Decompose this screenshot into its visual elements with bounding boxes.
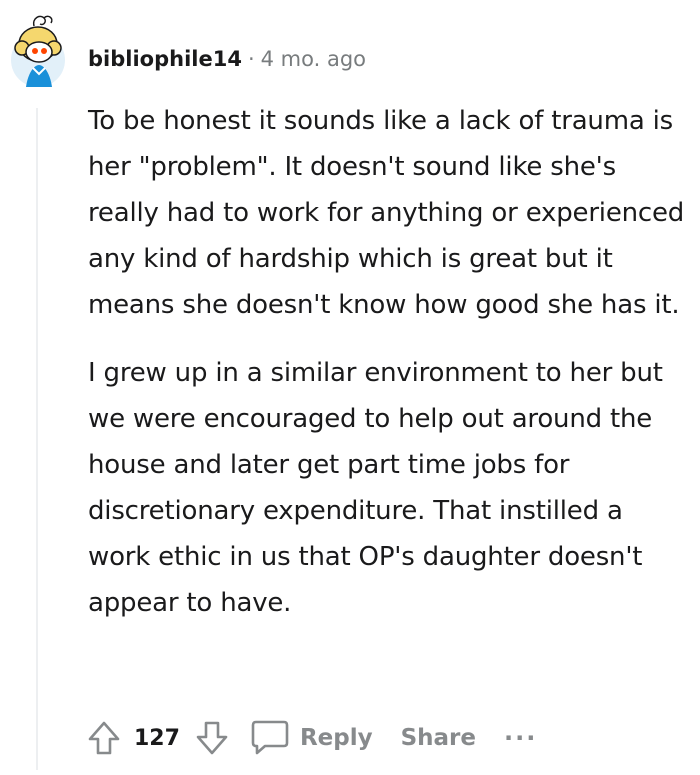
comment-actions: 127 Reply Share ··· [82, 712, 537, 764]
downvote-button[interactable] [190, 716, 234, 760]
vote-count: 127 [134, 725, 180, 751]
avatar-icon [11, 15, 65, 87]
comment-meta: bibliophile14 · 4 mo. ago [88, 42, 366, 76]
upvote-button[interactable] [82, 716, 126, 760]
comment-body: To be honest it sounds like a lack of tr… [88, 98, 688, 626]
upvote-arrow-icon [88, 721, 120, 755]
reply-button[interactable]: Reply [250, 719, 373, 757]
meta-separator: · [247, 47, 255, 71]
more-options-button[interactable]: ··· [504, 724, 537, 752]
share-button[interactable]: Share [401, 725, 476, 751]
comment-timestamp[interactable]: 4 mo. ago [261, 47, 366, 71]
comment-paragraph: To be honest it sounds like a lack of tr… [88, 106, 685, 320]
thread-line[interactable] [36, 108, 38, 770]
comment-bubble-icon [251, 720, 289, 755]
avatar[interactable] [8, 8, 68, 88]
downvote-arrow-icon [196, 721, 228, 755]
comment-paragraph: I grew up in a similar environment to he… [88, 358, 663, 618]
reply-label: Reply [299, 725, 373, 751]
username-link[interactable]: bibliophile14 [88, 47, 242, 71]
